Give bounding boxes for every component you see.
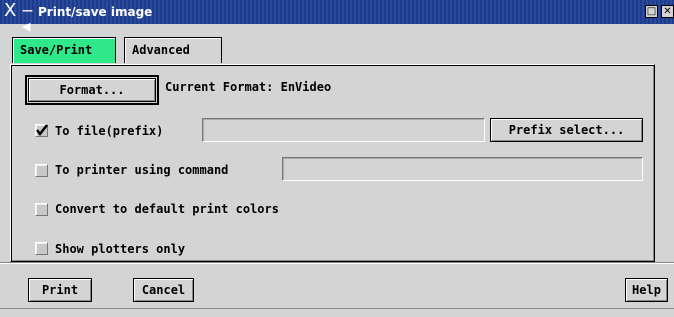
x-logo-icon[interactable]: X bbox=[4, 1, 24, 21]
format-button-label: Format... bbox=[59, 83, 125, 97]
help-button[interactable]: Help bbox=[625, 278, 668, 302]
prefix-input[interactable] bbox=[202, 118, 485, 142]
checkmark-icon bbox=[36, 124, 48, 137]
prefix-select-label: Prefix select... bbox=[508, 123, 625, 137]
tab-label: Save/Print bbox=[20, 43, 93, 57]
help-button-label: Help bbox=[632, 283, 661, 297]
format-button[interactable]: Format... bbox=[25, 75, 159, 105]
separator bbox=[0, 262, 674, 264]
cancel-button[interactable]: Cancel bbox=[133, 278, 194, 302]
close-icon[interactable]: ✕ bbox=[661, 5, 674, 18]
convert-colors-checkbox[interactable] bbox=[35, 203, 48, 216]
title-bar[interactable]: X —◀ Print/save image □ ✕ bbox=[0, 0, 674, 33]
tab-save-print[interactable]: Save/Print bbox=[12, 37, 116, 63]
plotters-only-label: Show plotters only bbox=[55, 242, 186, 256]
window-title: Print/save image bbox=[38, 5, 153, 19]
bottom-border bbox=[0, 308, 674, 317]
cancel-button-label: Cancel bbox=[141, 283, 186, 297]
convert-colors-label: Convert to default print colors bbox=[55, 202, 279, 216]
print-button[interactable]: Print bbox=[28, 278, 92, 302]
printer-command-input[interactable] bbox=[282, 157, 643, 181]
to-printer-checkbox[interactable] bbox=[35, 164, 48, 177]
current-format-label: Current Format: EnVideo bbox=[165, 80, 332, 94]
to-file-checkbox[interactable] bbox=[35, 124, 48, 137]
prefix-select-button[interactable]: Prefix select... bbox=[490, 118, 643, 142]
tab-advanced[interactable]: Advanced bbox=[124, 37, 222, 63]
plotters-only-checkbox[interactable] bbox=[35, 242, 48, 255]
to-printer-label: To printer using command bbox=[55, 163, 229, 177]
pin-icon[interactable]: —◀ bbox=[22, 3, 36, 33]
maximize-icon[interactable]: □ bbox=[645, 5, 658, 18]
to-file-label: To file(prefix) bbox=[55, 124, 164, 138]
print-button-label: Print bbox=[41, 283, 79, 297]
tab-label: Advanced bbox=[132, 43, 190, 57]
